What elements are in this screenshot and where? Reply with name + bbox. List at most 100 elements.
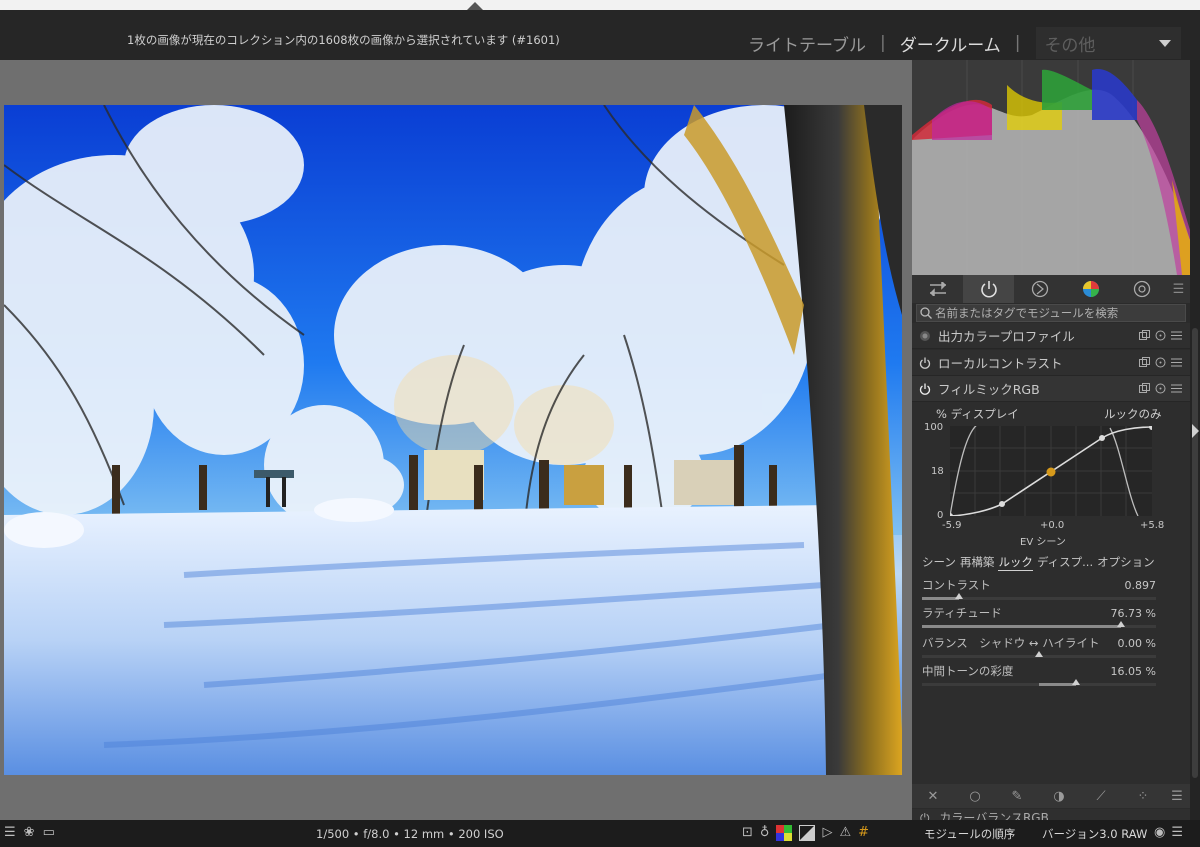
- brush-icon[interactable]: ✎: [996, 789, 1038, 804]
- drawn-mask-icon[interactable]: ⟋: [1080, 789, 1122, 804]
- bottom-right-tools: ◉ ☰: [1154, 825, 1183, 841]
- tab-effect-modules[interactable]: [1116, 275, 1167, 303]
- multi-instance-icon[interactable]: [1139, 383, 1150, 394]
- reset-icon[interactable]: [1155, 383, 1166, 394]
- mask-tools-bar: ✕ ○ ✎ ◑ ⟋ ⁘ ☰: [912, 784, 1190, 808]
- lightbulb-icon[interactable]: ♁: [760, 825, 770, 841]
- view-separator: |: [1014, 33, 1021, 53]
- color-assessment-icon[interactable]: [776, 825, 793, 841]
- filmic-curve: [947, 423, 1155, 519]
- slider-knob[interactable]: [1072, 679, 1081, 685]
- module-order-version[interactable]: バージョン3.0 RAW: [1042, 826, 1147, 842]
- collapse-top-panel-arrow-icon[interactable]: [467, 2, 483, 10]
- slider-value: 76.73 %: [1110, 607, 1156, 620]
- reset-icon[interactable]: [1155, 357, 1166, 368]
- display-icon[interactable]: ▭: [43, 825, 55, 841]
- graph-look-only-toggle[interactable]: ルックのみ: [1104, 406, 1162, 422]
- module-name: フィルミックRGB: [938, 382, 1040, 397]
- slider-track[interactable]: [922, 621, 1156, 628]
- filmic-tabs: シーン 再構築 ルック ディスプ... オプション: [922, 554, 1159, 571]
- slider-fill: [1039, 683, 1077, 686]
- multi-instance-icon[interactable]: [1139, 330, 1150, 341]
- tab-display[interactable]: ディスプ...: [1037, 554, 1093, 571]
- slider-latitude[interactable]: ラティチュード 76.73 %: [922, 605, 1156, 635]
- menu-icon[interactable]: ☰: [1171, 825, 1183, 841]
- view-other-dropdown[interactable]: その他: [1036, 27, 1182, 59]
- scrollbar-thumb[interactable]: [1192, 328, 1198, 778]
- raw-overexposed-icon[interactable]: [799, 825, 816, 841]
- presets-icon[interactable]: [1171, 330, 1182, 341]
- tab-options[interactable]: オプション: [1097, 554, 1155, 571]
- chevron-down-icon: [1159, 40, 1172, 47]
- header-bar: 1枚の画像が現在のコレクション内の1608枚の画像から選択されています (#16…: [0, 10, 1200, 60]
- presets-icon[interactable]: [1171, 383, 1182, 394]
- focus-peaking-icon[interactable]: ⊡: [742, 825, 753, 841]
- image-canvas-area: [0, 60, 912, 820]
- tab-active-modules[interactable]: [963, 275, 1014, 303]
- slider-knob[interactable]: [955, 593, 964, 599]
- slider-track[interactable]: [922, 593, 1156, 600]
- x-tick-label: +5.8: [1140, 520, 1165, 531]
- tab-reconstruct[interactable]: 再構築: [960, 554, 995, 571]
- close-icon[interactable]: ✕: [912, 789, 954, 804]
- slider-knob[interactable]: [1035, 651, 1043, 657]
- tab-quick-access[interactable]: [912, 275, 963, 303]
- slider-knob[interactable]: [1116, 621, 1125, 627]
- module-group-tabs: ☰: [912, 275, 1190, 303]
- bottom-left-tools: ☰ ❀ ▭: [4, 825, 55, 841]
- sliders-icon: [929, 282, 946, 296]
- gamut-check-icon[interactable]: ⚠: [839, 825, 851, 841]
- module-output-color-profile[interactable]: 出力カラープロファイル: [912, 323, 1190, 349]
- slider-contrast[interactable]: コントラスト 0.897: [922, 577, 1156, 607]
- slider-track[interactable]: [922, 679, 1156, 686]
- pattern-icon[interactable]: ⁘: [1122, 789, 1164, 804]
- softproof-icon[interactable]: ▷: [822, 825, 832, 841]
- slider-fill: [922, 597, 960, 600]
- tab-color-modules[interactable]: [1065, 275, 1116, 303]
- view-lighttable[interactable]: ライトテーブル: [748, 31, 866, 56]
- view-other-label: その他: [1044, 35, 1096, 56]
- styles-icon[interactable]: ❀: [24, 825, 35, 841]
- module-presets-menu-icon[interactable]: ☰: [1167, 275, 1190, 303]
- power-icon: [980, 281, 997, 298]
- filmic-curve-graph[interactable]: [947, 423, 1155, 519]
- module-always-on-icon: [912, 330, 938, 342]
- tab-base-modules[interactable]: [1014, 275, 1065, 303]
- slider-track[interactable]: [922, 651, 1156, 658]
- reset-icon[interactable]: ◉: [1154, 825, 1165, 841]
- photo-preview[interactable]: [4, 105, 902, 775]
- histogram[interactable]: [912, 60, 1190, 275]
- presets-icon[interactable]: [1171, 357, 1182, 368]
- menu-icon[interactable]: ☰: [4, 825, 16, 841]
- module-power-icon[interactable]: [912, 357, 938, 369]
- slider-label: バランス シャドウ ↔ ハイライト: [922, 636, 1100, 650]
- multi-instance-icon[interactable]: [1139, 357, 1150, 368]
- tab-look[interactable]: ルック: [998, 554, 1033, 571]
- module-search-box[interactable]: 名前またはタグでモジュールを検索: [916, 304, 1186, 322]
- window-top-strip: [0, 0, 1200, 10]
- view-separator: |: [879, 33, 886, 53]
- guides-icon[interactable]: #: [858, 825, 869, 841]
- gradient-mask-icon[interactable]: ◑: [1038, 789, 1080, 804]
- slider-label: 中間トーンの彩度: [922, 664, 1014, 678]
- menu-icon[interactable]: ☰: [1164, 789, 1190, 804]
- slider-shadow-highlight-balance[interactable]: バランス シャドウ ↔ ハイライト 0.00 %: [922, 635, 1156, 665]
- right-panel-scrollbar[interactable]: [1190, 60, 1200, 847]
- reset-icon[interactable]: [1155, 330, 1166, 341]
- expand-right-panel-arrow-icon[interactable]: [1192, 424, 1199, 438]
- snow-park-photo: [4, 105, 902, 775]
- view-darkroom[interactable]: ダークルーム: [900, 31, 1001, 56]
- module-local-contrast[interactable]: ローカルコントラスト: [912, 350, 1190, 376]
- filmic-graph-header: % ディスプレイ ルックのみ: [912, 406, 1190, 422]
- y-tick-label: 18: [931, 466, 944, 477]
- module-power-icon[interactable]: [912, 383, 938, 395]
- histogram-graph: [912, 60, 1190, 275]
- slider-value: 16.05 %: [1110, 665, 1156, 678]
- bottom-view-tools: ⊡ ♁ ▷ ⚠ #: [742, 825, 869, 841]
- module-filmic-rgb[interactable]: フィルミックRGB: [912, 376, 1190, 402]
- slider-midtone-saturation[interactable]: 中間トーンの彩度 16.05 %: [922, 663, 1156, 693]
- module-name: 出力カラープロファイル: [938, 329, 1075, 344]
- circle-mask-icon[interactable]: ○: [954, 789, 996, 804]
- slider-fill: [922, 625, 1121, 628]
- tab-scene[interactable]: シーン: [922, 554, 956, 571]
